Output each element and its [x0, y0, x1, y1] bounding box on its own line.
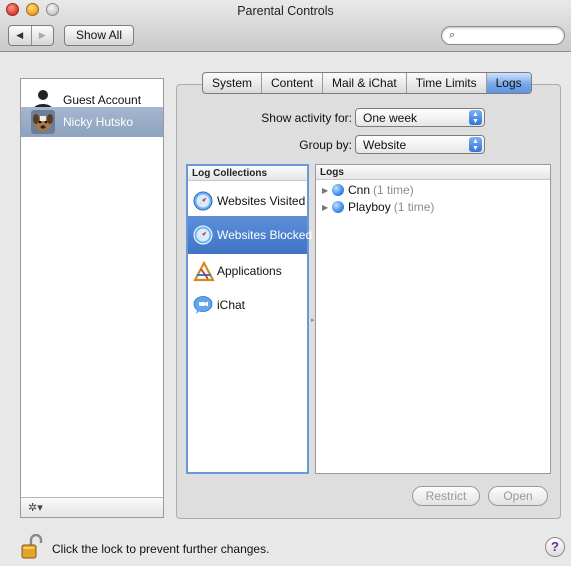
group-by-label: Group by:: [299, 138, 352, 152]
back-arrow-icon[interactable]: ◀: [9, 26, 32, 45]
search-icon: ⌕: [449, 29, 456, 41]
tab-logs[interactable]: Logs: [486, 73, 531, 93]
log-count: (1 time): [373, 183, 414, 197]
collection-applications[interactable]: Applications: [188, 252, 307, 290]
unlocked-padlock-icon[interactable]: [20, 533, 44, 563]
account-list-footer: ✲▾: [20, 497, 164, 518]
disclosure-triangle-icon[interactable]: ▶: [322, 186, 332, 195]
tab-time-limits[interactable]: Time Limits: [407, 73, 487, 93]
parental-controls-window: Parental Controls ◀ ▶ Show All ⌕ Guest A…: [0, 0, 571, 566]
disclosure-triangle-icon[interactable]: ▶: [322, 203, 332, 212]
group-by-popup[interactable]: Website ▲ ▼: [355, 135, 485, 154]
logs-header: Logs: [316, 165, 550, 180]
logs-list: Logs ▶ Cnn (1 time) ▶ Playboy (1 time): [315, 164, 551, 474]
search-field[interactable]: ⌕: [441, 26, 565, 45]
chevron-updown-icon: ▲ ▼: [469, 137, 482, 152]
tab-content[interactable]: Content: [262, 73, 324, 93]
forward-arrow-icon[interactable]: ▶: [32, 26, 54, 45]
safari-compass-icon: [193, 225, 213, 245]
search-input[interactable]: [462, 28, 560, 43]
show-activity-value: One week: [363, 111, 418, 125]
collection-ichat[interactable]: iChat: [188, 286, 307, 324]
group-by-value: Website: [363, 138, 407, 152]
tab-mail-ichat[interactable]: Mail & iChat: [323, 73, 407, 93]
window-title: Parental Controls: [237, 4, 334, 18]
restrict-button[interactable]: Restrict: [412, 486, 480, 506]
log-site: Cnn: [348, 183, 371, 197]
account-list: Guest Account Nicky Hutsko: [20, 78, 164, 518]
log-collections-header: Log Collections: [188, 166, 307, 181]
tab-bar: System Content Mail & iChat Time Limits …: [202, 72, 532, 94]
log-row-playboy[interactable]: ▶ Playboy (1 time): [322, 199, 434, 215]
log-site: Playboy: [348, 200, 391, 214]
collection-label: Websites Visited: [217, 194, 306, 208]
account-label: Nicky Hutsko: [63, 115, 134, 129]
collection-label: Applications: [217, 264, 282, 278]
show-all-button[interactable]: Show All: [64, 25, 134, 46]
ichat-icon: [193, 295, 213, 315]
applications-icon: [193, 260, 215, 282]
globe-icon: [332, 184, 344, 196]
collection-label: Websites Blocked: [217, 228, 313, 242]
safari-compass-icon: [193, 191, 213, 211]
account-label: Guest Account: [63, 93, 142, 107]
collection-websites-visited[interactable]: Websites Visited: [188, 182, 307, 220]
log-collections-list: Log Collections Websites Visited Website…: [186, 164, 312, 474]
collection-label: iChat: [217, 298, 246, 312]
title-bar: Parental Controls ◀ ▶ Show All ⌕: [0, 0, 571, 52]
lock-message: Click the lock to prevent further change…: [52, 542, 270, 556]
open-button[interactable]: Open: [488, 486, 548, 506]
gear-icon[interactable]: ✲▾: [28, 501, 43, 514]
account-item-nicky-hutsko[interactable]: Nicky Hutsko: [21, 107, 163, 137]
help-button[interactable]: ?: [545, 537, 565, 557]
log-count: (1 time): [393, 200, 435, 214]
tab-system[interactable]: System: [203, 73, 263, 93]
split-view-divider[interactable]: ▸: [311, 316, 315, 324]
back-forward-control: ◀ ▶: [8, 25, 54, 46]
show-activity-label: Show activity for:: [261, 111, 352, 125]
show-activity-popup[interactable]: One week ▲ ▼: [355, 108, 485, 127]
log-row-cnn[interactable]: ▶ Cnn (1 time): [322, 182, 414, 198]
dog-avatar-icon: [31, 110, 55, 134]
globe-icon: [332, 201, 344, 213]
collection-websites-blocked[interactable]: Websites Blocked: [188, 216, 312, 254]
chevron-updown-icon: ▲ ▼: [469, 110, 482, 125]
